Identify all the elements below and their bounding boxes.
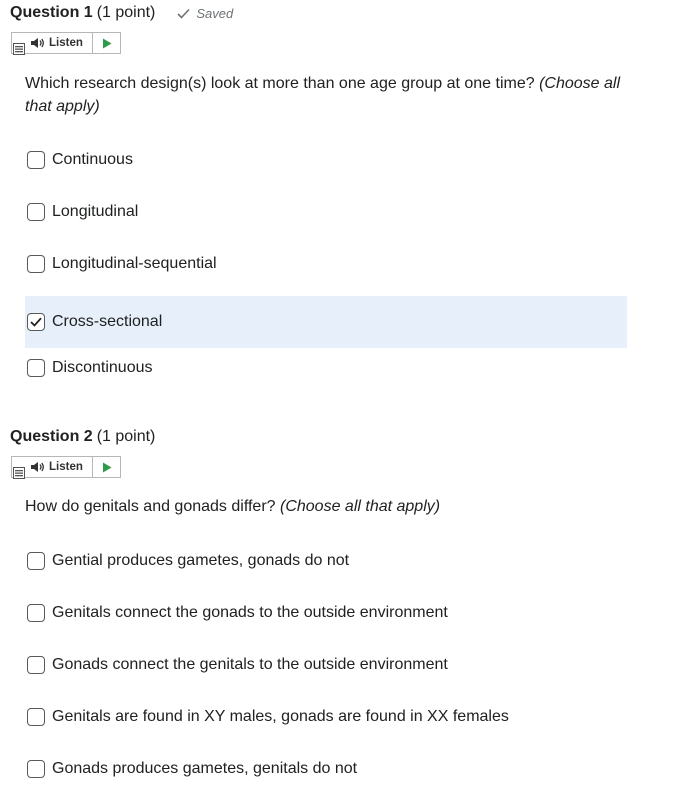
checkbox[interactable] xyxy=(27,359,45,377)
answer-option[interactable]: Gonads produces gametes, genitals do not xyxy=(25,743,627,795)
checkmark-icon xyxy=(30,317,42,327)
play-icon xyxy=(102,38,111,48)
answer-option[interactable]: Gential produces gametes, gonads do not xyxy=(25,535,627,587)
listen-button[interactable]: Listen xyxy=(12,457,92,479)
question-1-prompt: Which research design(s) look at more th… xyxy=(25,72,625,118)
option-label: Longitudinal xyxy=(52,203,139,220)
answer-option[interactable]: Gonads connect the genitals to the outsi… xyxy=(25,639,627,691)
answer-option-selected[interactable]: Cross-sectional xyxy=(25,296,627,348)
option-label: Cross-sectional xyxy=(52,313,163,330)
play-icon xyxy=(102,462,111,472)
listen-toolbar-1: Listen xyxy=(11,32,121,55)
speaker-icon xyxy=(31,38,44,48)
listen-label: Listen xyxy=(49,37,83,49)
answer-option[interactable]: Genitals connect the gonads to the outsi… xyxy=(25,587,627,639)
option-label: Continuous xyxy=(52,151,133,168)
option-label: Genitals are found in XY males, gonads a… xyxy=(52,708,509,725)
play-button[interactable] xyxy=(92,457,120,477)
option-label: Genitals connect the gonads to the outsi… xyxy=(52,604,448,621)
checkbox-checked[interactable] xyxy=(27,313,45,331)
readspeaker-icon xyxy=(13,43,25,55)
play-button[interactable] xyxy=(92,33,120,53)
listen-toolbar-2: Listen xyxy=(11,456,121,479)
readspeaker-icon xyxy=(13,467,25,479)
checkbox[interactable] xyxy=(27,255,45,273)
option-label: Longitudinal-sequential xyxy=(52,255,217,272)
checkbox[interactable] xyxy=(27,604,45,622)
checkbox[interactable] xyxy=(27,656,45,674)
checkbox[interactable] xyxy=(27,760,45,778)
question-1-header: Question 1 (1 point) Saved xyxy=(10,4,233,22)
question-points: (1 point) xyxy=(96,428,156,445)
answer-option[interactable]: Genitals are found in XY males, gonads a… xyxy=(25,691,627,743)
question-points: (1 point) xyxy=(96,4,156,21)
option-label: Gential produces gametes, gonads do not xyxy=(52,552,350,569)
prompt-text: How do genitals and gonads differ? xyxy=(25,498,276,515)
answer-option[interactable]: Discontinuous xyxy=(25,342,627,394)
answer-option[interactable]: Continuous xyxy=(25,134,627,186)
question-title: Question 1 xyxy=(10,4,93,21)
listen-label: Listen xyxy=(49,461,83,473)
checkbox[interactable] xyxy=(27,552,45,570)
answer-option[interactable]: Longitudinal-sequential xyxy=(25,238,627,290)
answer-option[interactable]: Longitudinal xyxy=(25,186,627,238)
question-title: Question 2 xyxy=(10,428,93,445)
checkbox[interactable] xyxy=(27,708,45,726)
question-2-prompt: How do genitals and gonads differ? (Choo… xyxy=(25,495,625,518)
option-label: Gonads produces gametes, genitals do not xyxy=(52,760,358,777)
checkmark-icon xyxy=(177,8,190,19)
checkbox[interactable] xyxy=(27,151,45,169)
saved-status-label: Saved xyxy=(196,5,234,21)
listen-button[interactable]: Listen xyxy=(12,33,92,55)
saved-status: Saved xyxy=(177,6,233,21)
prompt-text: Which research design(s) look at more th… xyxy=(25,75,535,92)
option-label: Gonads connect the genitals to the outsi… xyxy=(52,656,448,673)
checkbox[interactable] xyxy=(27,203,45,221)
question-2-header: Question 2 (1 point) xyxy=(10,428,155,446)
option-label: Discontinuous xyxy=(52,359,153,376)
speaker-icon xyxy=(31,462,44,472)
prompt-hint: (Choose all that apply) xyxy=(280,498,441,515)
